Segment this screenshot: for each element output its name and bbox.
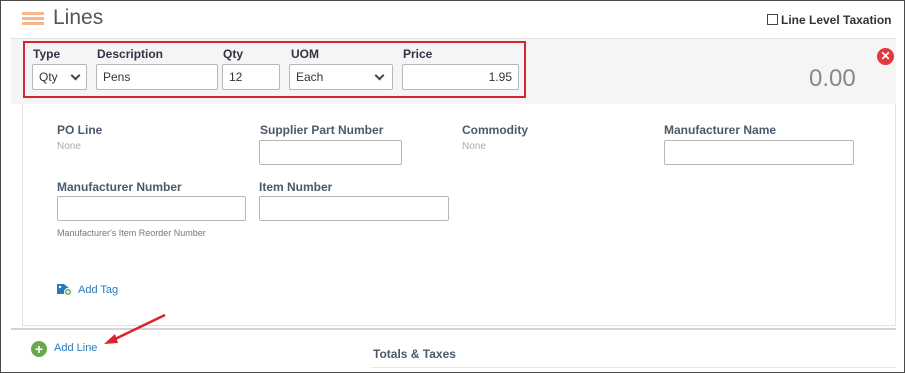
manufacturer-number-label: Manufacturer Number [57, 180, 182, 194]
add-line-link[interactable]: Add Line [54, 342, 97, 354]
item-number-input[interactable] [259, 196, 449, 221]
add-tag-icon[interactable] [56, 282, 73, 296]
price-input[interactable]: 1.95 [402, 64, 519, 90]
description-input[interactable]: Pens [96, 64, 218, 90]
po-line-value: None [57, 141, 81, 152]
description-label: Description [97, 47, 164, 61]
supplier-part-number-label: Supplier Part Number [260, 123, 384, 137]
commodity-label: Commodity [462, 123, 528, 137]
totals-divider [371, 367, 896, 368]
manufacturer-name-label: Manufacturer Name [664, 123, 777, 137]
price-label: Price [403, 47, 433, 61]
item-number-label: Item Number [259, 180, 333, 194]
type-select[interactable]: Qty [32, 64, 87, 90]
qty-label: Qty [223, 47, 244, 61]
line-total: 0.00 [809, 65, 856, 92]
qty-input[interactable]: 12 [222, 64, 280, 90]
type-select-value: Qty [39, 70, 58, 84]
type-label: Type [33, 47, 61, 61]
commodity-value: None [462, 141, 486, 152]
uom-label: UOM [291, 47, 319, 61]
manufacturer-number-hint: Manufacturer's Item Reorder Number [57, 228, 206, 238]
chevron-down-icon [70, 70, 81, 81]
chevron-down-icon [374, 70, 385, 81]
section-title: Lines [53, 6, 104, 29]
line-level-taxation-checkbox[interactable] [767, 14, 778, 25]
manufacturer-number-input[interactable] [57, 196, 246, 221]
red-arrow-annotation [104, 313, 166, 344]
remove-line-icon[interactable]: ✕ [877, 48, 894, 65]
uom-select[interactable]: Each [289, 64, 393, 90]
lines-icon [22, 12, 44, 25]
uom-select-value: Each [296, 70, 324, 84]
manufacturer-name-input[interactable] [664, 140, 854, 165]
po-line-label: PO Line [57, 123, 103, 137]
lines-panel: Lines Line Level Taxation Type Qty Descr… [0, 0, 905, 373]
add-line-icon[interactable]: + [31, 341, 47, 357]
add-tag-link[interactable]: Add Tag [78, 284, 118, 296]
supplier-part-number-input[interactable] [259, 140, 402, 165]
line-level-taxation-label[interactable]: Line Level Taxation [781, 13, 891, 27]
totals-taxes-heading: Totals & Taxes [373, 347, 456, 361]
